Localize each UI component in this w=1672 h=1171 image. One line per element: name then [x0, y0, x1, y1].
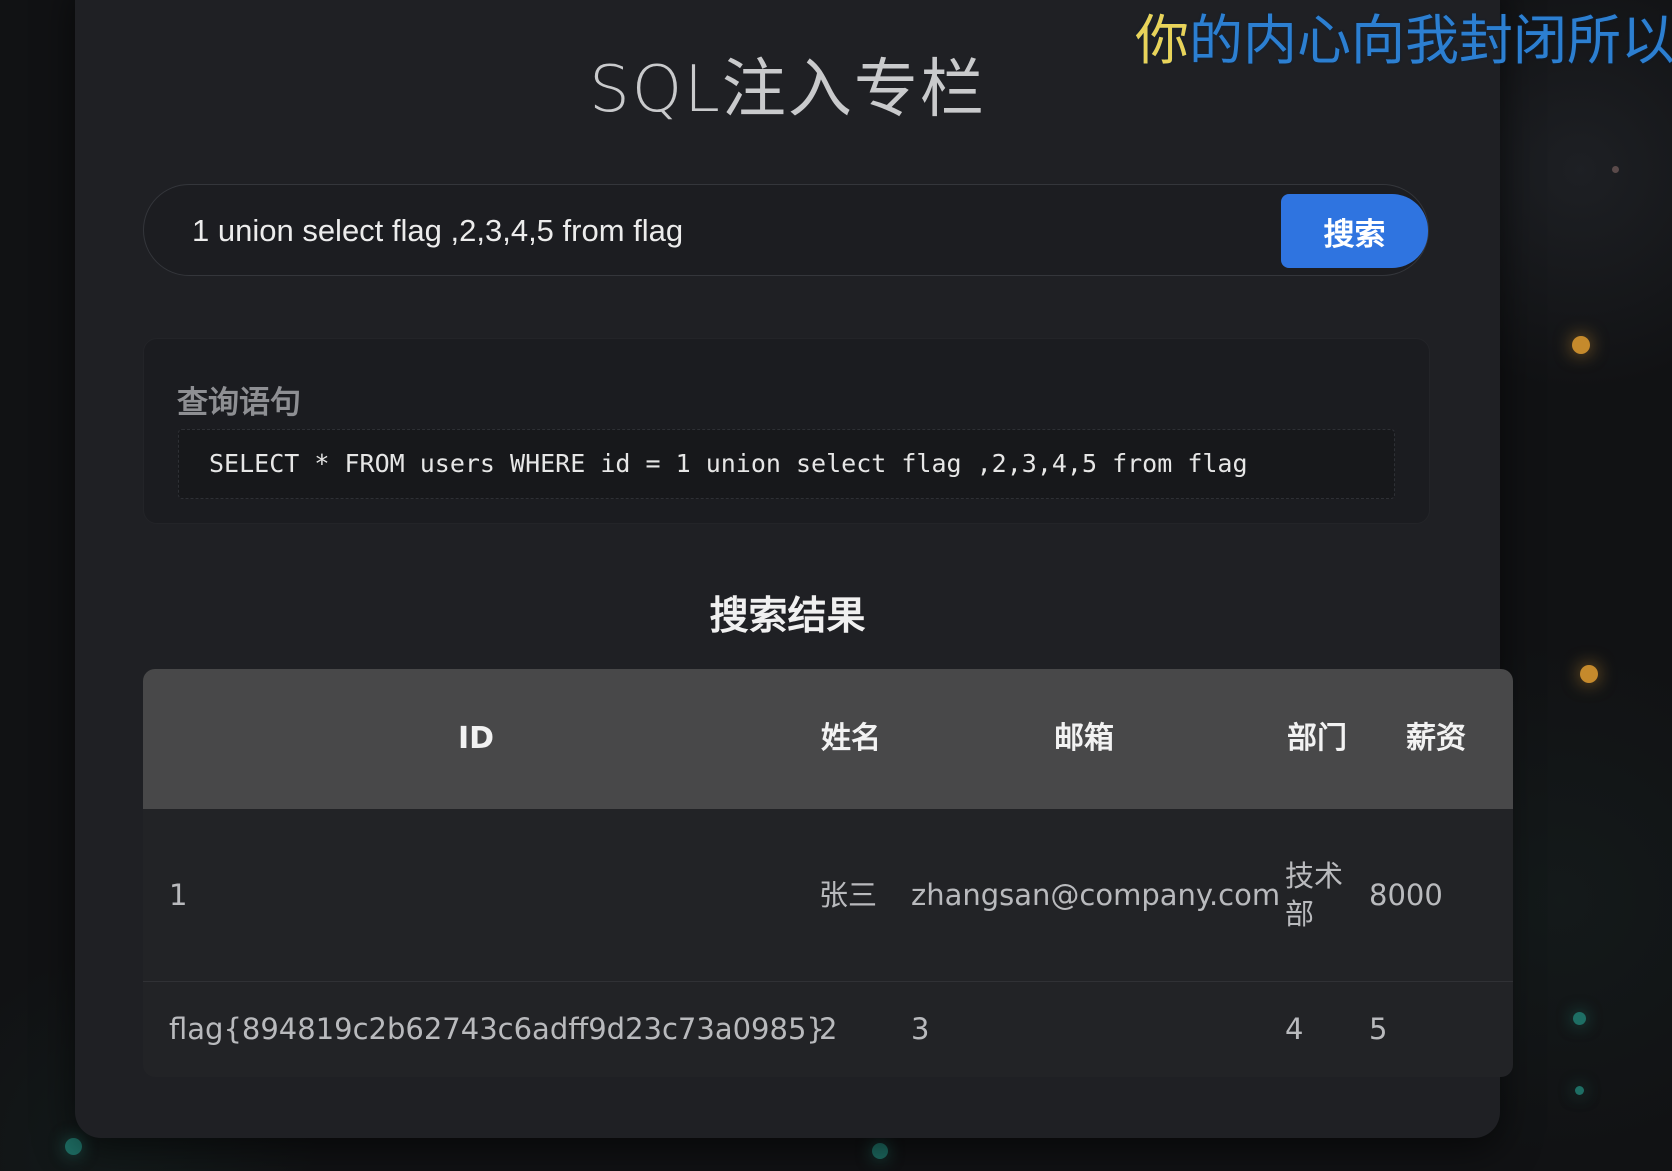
results-table: ID 姓名 邮箱 部门 薪资 1 张三 zhangsan@company.com… [143, 669, 1513, 1077]
search-button[interactable]: 搜索 [1281, 194, 1428, 268]
column-header-name: 姓名 [821, 721, 881, 756]
cell-name: 2 [819, 1012, 838, 1047]
query-card: 查询语句 SELECT * FROM users WHERE id = 1 un… [143, 338, 1430, 524]
results-title: 搜索结果 [709, 594, 866, 639]
cell-salary: 8000 [1369, 877, 1443, 912]
cell-id: 1 [169, 877, 188, 912]
background-particle [1572, 336, 1590, 354]
query-box: SELECT * FROM users WHERE id = 1 union s… [178, 429, 1395, 499]
background-particle [1612, 166, 1619, 173]
background-particle [65, 1138, 82, 1155]
background-particle [872, 1143, 888, 1159]
background-particle [1575, 1086, 1584, 1095]
background-particle [1573, 1012, 1586, 1025]
query-sql: SELECT * FROM users WHERE id = 1 union s… [209, 449, 1248, 478]
table-header-row: ID 姓名 邮箱 部门 薪资 [143, 669, 1513, 809]
table-row: flag{894819c2b62743c6adff9d23c73a0985} 2… [143, 981, 1513, 1077]
column-header-email: 邮箱 [1054, 721, 1114, 756]
table-row: 1 张三 zhangsan@company.com 技术部 8000 [143, 809, 1513, 981]
search-input[interactable] [190, 199, 1264, 263]
marquee-text: 的内心向我封闭所以 [1189, 9, 1672, 72]
query-label: 查询语句 [177, 385, 301, 421]
column-header-id: ID [457, 721, 495, 756]
cell-email: zhangsan@company.com [911, 877, 1281, 912]
cell-salary: 5 [1369, 1012, 1388, 1047]
marquee-highlight: 你 [1135, 9, 1189, 72]
marquee-banner: 你的内心向我封闭所以 [1135, 0, 1672, 75]
cell-email: 3 [911, 1012, 930, 1047]
cell-name: 张三 [819, 877, 878, 912]
background-particle [1580, 665, 1598, 683]
column-header-department: 部门 [1287, 721, 1347, 756]
column-header-salary: 薪资 [1406, 721, 1466, 756]
cell-department: 4 [1285, 1012, 1304, 1047]
search-bar: 搜索 [143, 184, 1429, 276]
cell-department: 技术部 [1285, 858, 1344, 931]
cell-id: flag{894819c2b62743c6adff9d23c73a0985} [169, 1012, 825, 1047]
